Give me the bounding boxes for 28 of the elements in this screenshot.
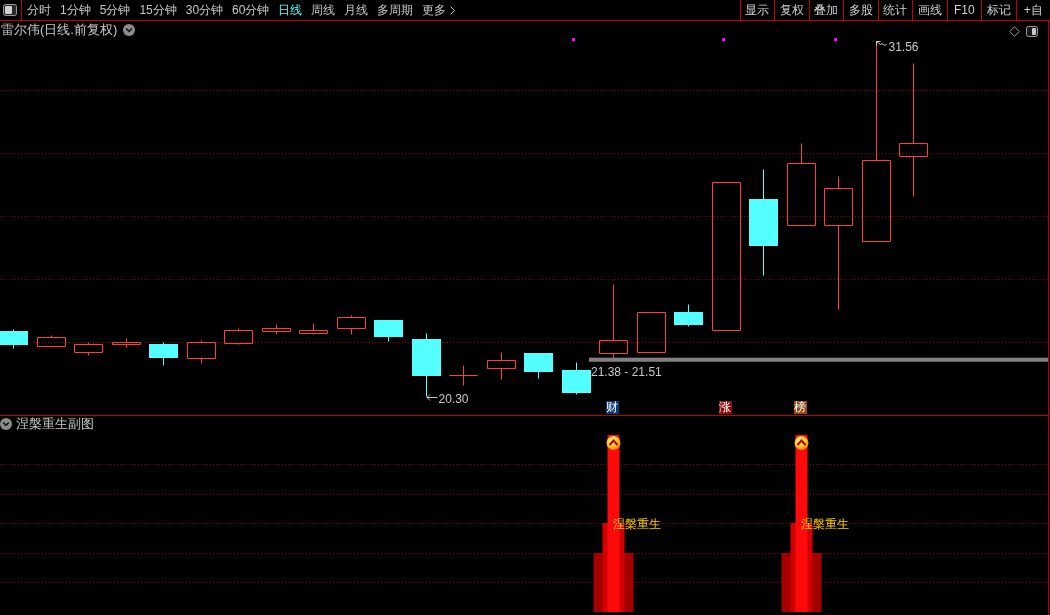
chevron-down-circle-icon[interactable] (123, 24, 136, 36)
square-marker-icon (834, 38, 837, 41)
period-tab[interactable]: 分时 (27, 1, 51, 19)
period-tab[interactable]: 60分钟 (232, 1, 270, 19)
period-tab[interactable]: 30分钟 (185, 1, 224, 19)
chevron-down-circle-icon[interactable] (0, 418, 12, 430)
period-tab[interactable]: 15分钟 (139, 1, 177, 19)
chevron-up-circle-icon (606, 436, 621, 450)
signal-label: 涅槃重生 (612, 517, 661, 531)
event-tag[interactable]: 榜 (793, 401, 807, 414)
period-tab[interactable]: 日线 (278, 1, 303, 19)
event-tag[interactable]: 财 (605, 401, 619, 414)
more-button[interactable]: 更多 (422, 1, 456, 19)
square-marker-icon (572, 38, 575, 41)
period-tab[interactable]: 多周期 (377, 1, 414, 19)
chart-title: 涅槃重生副图 (16, 417, 94, 431)
period-tab[interactable]: 5分钟 (99, 1, 131, 19)
chevron-right-icon (450, 5, 456, 15)
square-marker-icon (722, 38, 725, 41)
panel-icon[interactable] (3, 4, 17, 16)
chevron-up-circle-icon (794, 436, 809, 450)
period-tab[interactable]: 1分钟 (60, 1, 91, 19)
panel-icon[interactable] (1026, 26, 1038, 37)
chart-title: 雷尔伟(日线.前复权) (1, 23, 118, 37)
event-tag[interactable]: 涨 (718, 401, 732, 414)
period-tab[interactable]: 周线 (311, 1, 336, 19)
period-tab[interactable]: 月线 (344, 1, 369, 19)
diamond-icon[interactable] (1009, 26, 1020, 37)
